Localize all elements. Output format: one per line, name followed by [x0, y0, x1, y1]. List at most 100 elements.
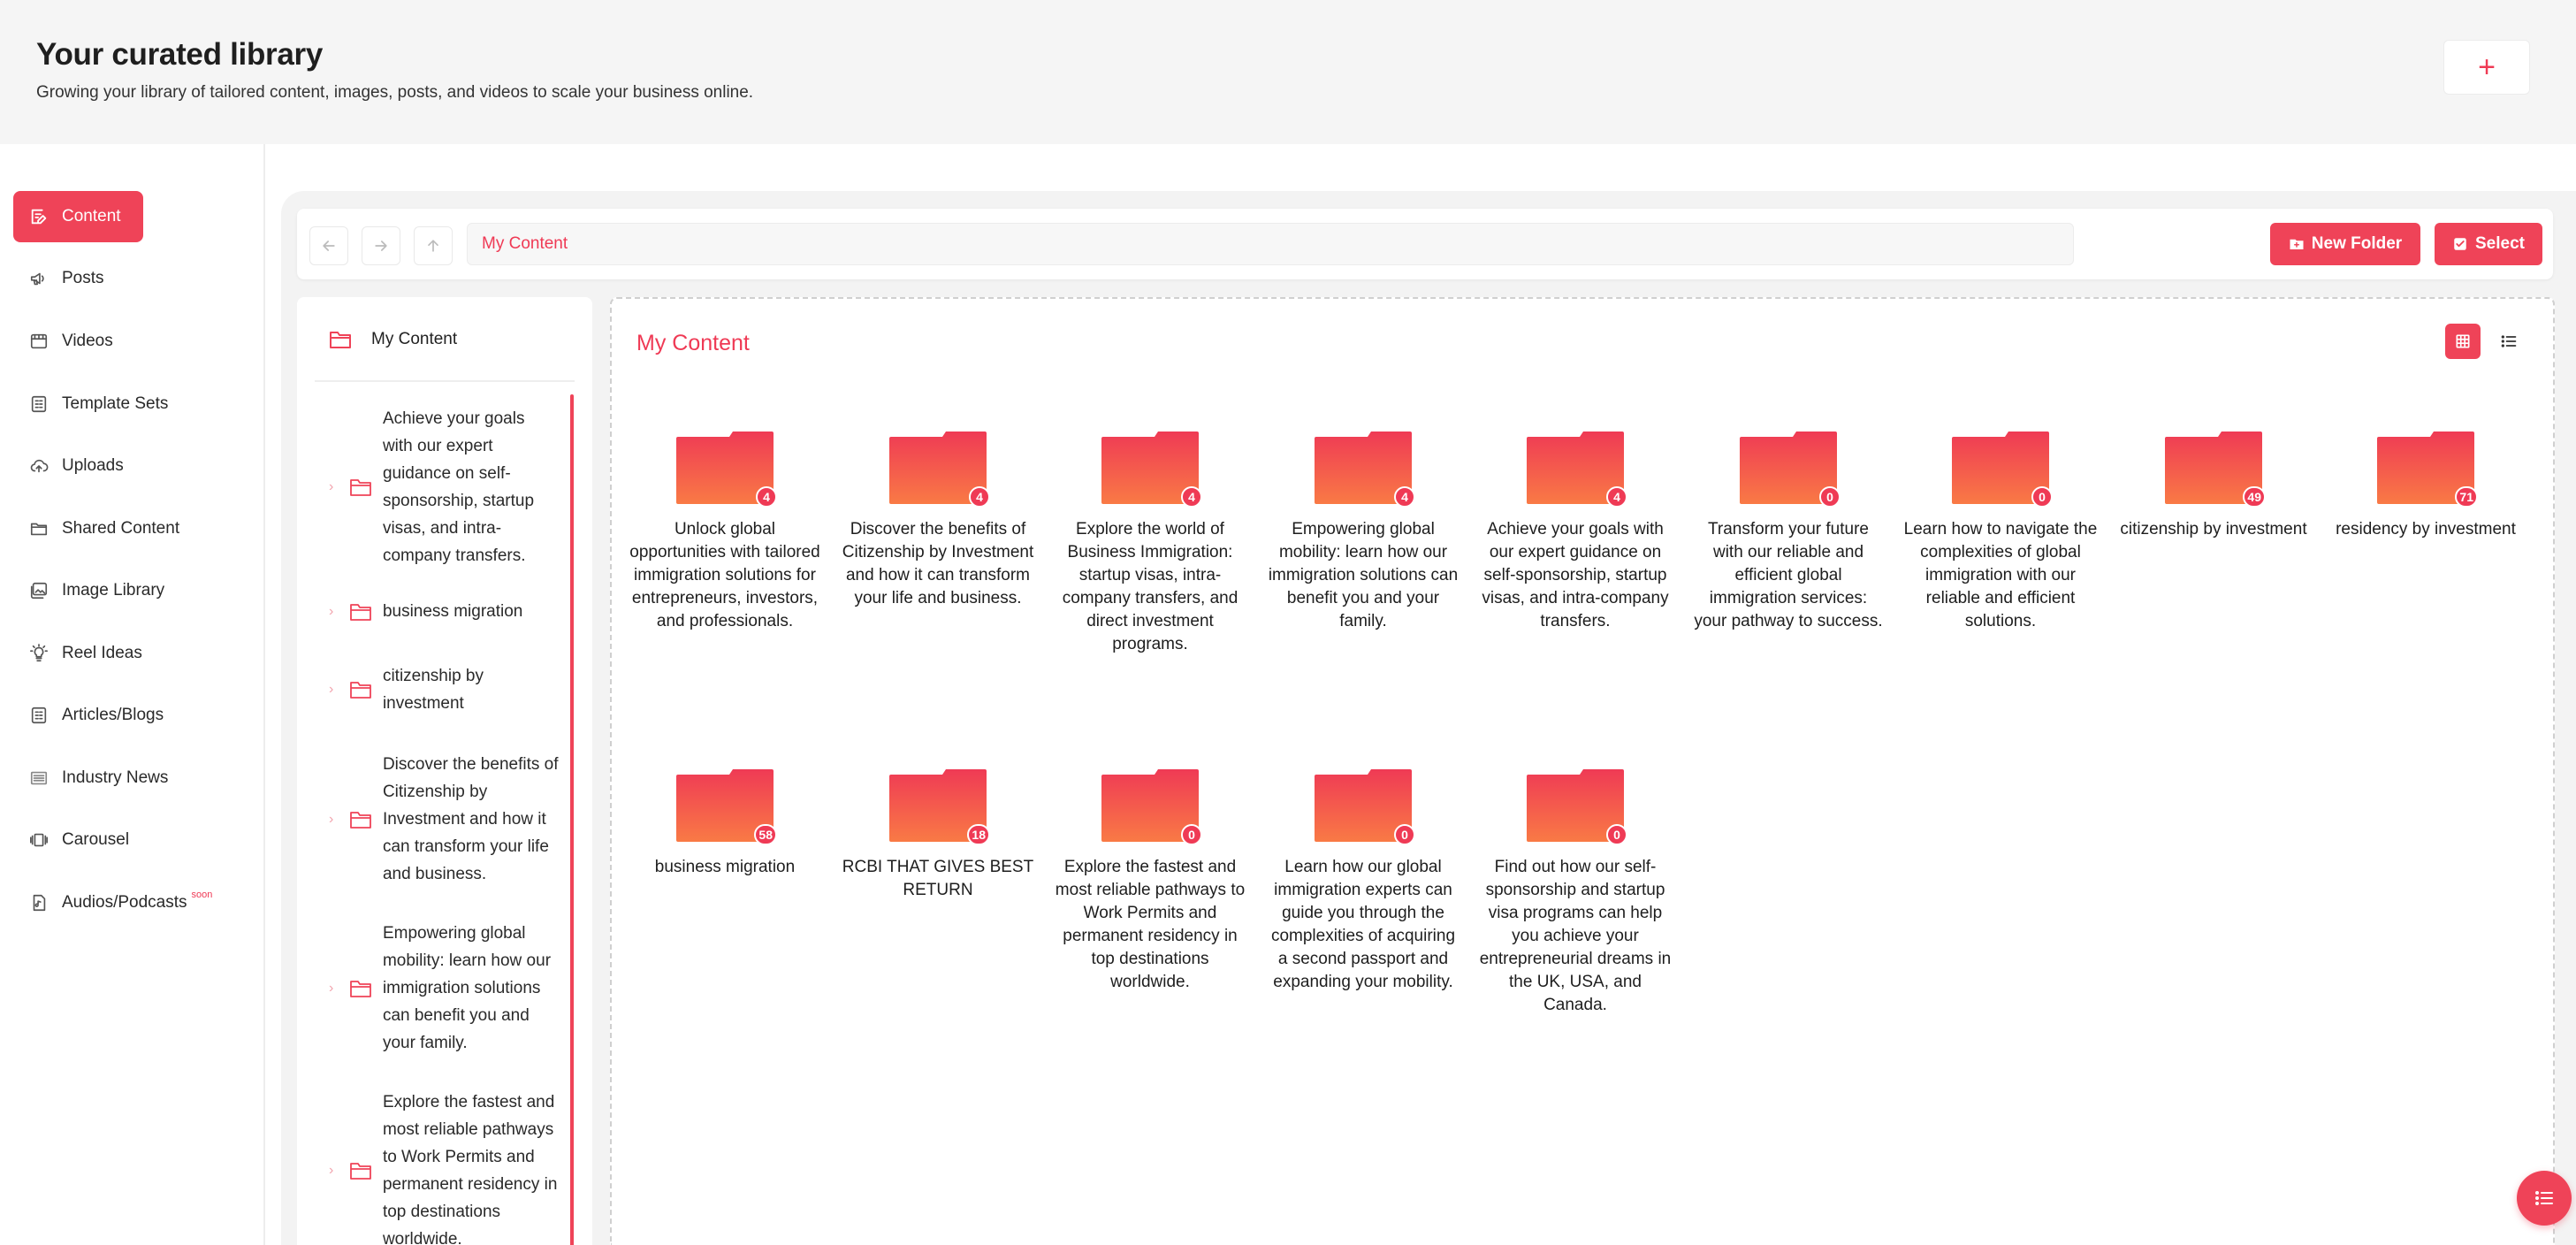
- sidebar-item-label: Posts: [62, 269, 104, 287]
- lightbulb-icon: [29, 644, 49, 663]
- video-icon: [29, 332, 49, 351]
- item-count-badge: 4: [969, 486, 990, 508]
- folder-icon: 49: [2165, 432, 2266, 508]
- sidebar-item-uploads[interactable]: Uploads: [13, 440, 143, 492]
- folder-tile[interactable]: 4 Discover the benefits of Citizenship by…: [841, 432, 1035, 610]
- tree-item[interactable]: › Empowering global mobility: learn how …: [329, 920, 559, 1057]
- item-count-badge: 0: [1606, 824, 1627, 845]
- folder-tile[interactable]: 4 Empowering global mobility: learn how o…: [1266, 432, 1460, 633]
- list-view-button[interactable]: [2491, 324, 2526, 359]
- tree-item[interactable]: › Explore the fastest and most reliable …: [329, 1088, 559, 1245]
- folder-icon: 4: [1527, 432, 1627, 508]
- folder-label: RCBI THAT GIVES BEST RETURN: [842, 858, 1034, 899]
- sidebar-item-image-library[interactable]: Image Library: [13, 565, 164, 616]
- add-button[interactable]: +: [2443, 40, 2530, 95]
- sidebar-item-audios-podcasts[interactable]: Audios/Podcasts soon: [13, 877, 212, 928]
- sidebar-item-industry-news[interactable]: Industry News: [13, 752, 168, 804]
- sidebar-item-carousel[interactable]: Carousel: [13, 814, 143, 866]
- content-icon: [29, 207, 49, 226]
- folder-tile[interactable]: 0 Learn how to navigate the complexities …: [1903, 432, 2098, 633]
- folder-tile[interactable]: 0 Explore the fastest and most reliable p…: [1053, 769, 1247, 994]
- folder-label: Unlock global opportunities with tailore…: [629, 520, 820, 630]
- tree-item-label: Achieve your goals with our expert guida…: [382, 409, 535, 565]
- sidebar-item-videos[interactable]: Videos: [13, 316, 143, 367]
- sidebar-item-articles-blogs[interactable]: Articles/Blogs: [13, 690, 164, 741]
- audio-icon: [29, 893, 49, 913]
- tree-item-label: Empowering global mobility: learn how ou…: [382, 924, 552, 1052]
- list-icon: [2501, 335, 2517, 348]
- folder-icon: 0: [1315, 769, 1415, 845]
- folder-label: residency by investment: [2336, 520, 2516, 538]
- chevron-right-icon: ›: [329, 811, 334, 827]
- folder-icon: [350, 603, 371, 621]
- folder-tile[interactable]: 0 Learn how our global immigration expert…: [1266, 769, 1460, 994]
- tree-scrollbar[interactable]: [570, 394, 574, 1245]
- sidebar: Content Posts Videos Template Sets Uploa…: [0, 144, 265, 1245]
- arrow-up-icon: [428, 240, 438, 252]
- sidebar-item-label: Audios/Podcasts: [62, 893, 187, 912]
- tree-item[interactable]: › citizenship by investment: [329, 662, 559, 717]
- tree-item[interactable]: › Discover the benefits of Citizenship b…: [329, 751, 559, 888]
- arrow-right-icon: [375, 241, 387, 251]
- folder-icon: 4: [1101, 432, 1202, 508]
- upload-icon: [29, 456, 49, 476]
- folder-label: Learn how our global immigration experts…: [1270, 858, 1456, 991]
- tree-item[interactable]: › business migration: [329, 598, 559, 625]
- folder-tile[interactable]: 4 Explore the world of Business Immigrati…: [1053, 432, 1247, 656]
- tree-item-label: Discover the benefits of Citizenship by …: [382, 755, 559, 883]
- sidebar-item-reel-ideas[interactable]: Reel Ideas: [13, 628, 143, 679]
- sidebar-item-label: Uploads: [62, 456, 124, 475]
- folder-tile[interactable]: 49 citizenship by investment: [2116, 432, 2311, 541]
- chevron-right-icon: ›: [329, 603, 334, 619]
- list-icon: [2535, 1191, 2553, 1205]
- sidebar-item-template-sets[interactable]: Template Sets: [13, 378, 168, 430]
- folder-tile[interactable]: 0 Transform your future with our reliable…: [1691, 432, 1886, 633]
- folder-icon: 4: [676, 432, 777, 508]
- folder-icon: [350, 682, 371, 699]
- sidebar-item-label: Shared Content: [62, 519, 180, 538]
- folder-tree: My Content › Achieve your goals with our…: [297, 297, 592, 1245]
- folder-label: Empowering global mobility: learn how ou…: [1268, 520, 1459, 630]
- up-button[interactable]: [414, 226, 453, 265]
- folder-tile[interactable]: 4 Unlock global opportunities with tailor…: [628, 432, 822, 633]
- folder-tile[interactable]: 58 business migration: [628, 769, 822, 879]
- sidebar-item-posts[interactable]: Posts: [13, 253, 143, 304]
- folder-tile[interactable]: 4 Achieve your goals with our expert guid…: [1478, 432, 1673, 633]
- folder-plus-icon: [2290, 239, 2304, 249]
- sidebar-item-label: Reel Ideas: [62, 644, 142, 662]
- sidebar-item-label: Videos: [62, 332, 113, 350]
- folder-tile[interactable]: 18 RCBI THAT GIVES BEST RETURN: [841, 769, 1035, 902]
- floating-list-button[interactable]: [2517, 1171, 2572, 1226]
- folder-label: Transform your future with our reliable …: [1694, 520, 1883, 630]
- item-count-badge: 58: [754, 824, 777, 845]
- select-button[interactable]: Select: [2435, 223, 2542, 265]
- item-count-badge: 4: [1606, 486, 1627, 508]
- back-button[interactable]: [309, 226, 348, 265]
- sidebar-item-shared-content[interactable]: Shared Content: [13, 503, 179, 554]
- folder-open-icon: [330, 332, 351, 348]
- folder-icon: 0: [1527, 769, 1627, 845]
- tree-item[interactable]: › Achieve your goals with our expert gui…: [329, 405, 559, 569]
- template-icon: [29, 394, 49, 414]
- sidebar-item-content[interactable]: Content: [13, 191, 143, 242]
- tree-root[interactable]: My Content: [329, 329, 457, 350]
- folder-icon: 58: [676, 769, 777, 845]
- folder-icon: 4: [1315, 432, 1415, 508]
- folder-label: Explore the world of Business Immigratio…: [1062, 520, 1238, 653]
- sidebar-item-label: Industry News: [62, 768, 169, 787]
- grid-view-button[interactable]: [2445, 324, 2481, 359]
- folder-icon: 71: [2377, 432, 2478, 508]
- new-folder-button[interactable]: New Folder: [2270, 223, 2420, 265]
- forward-button[interactable]: [362, 226, 400, 265]
- image-icon: [29, 581, 49, 600]
- path-input[interactable]: My Content: [467, 223, 2074, 265]
- folder-tile[interactable]: 71 residency by investment: [2328, 432, 2523, 541]
- new-folder-label: New Folder: [2311, 234, 2403, 253]
- item-count-badge: 0: [1181, 824, 1202, 845]
- chevron-right-icon: ›: [329, 479, 334, 494]
- content-panel: My Content 4 Unlock global opportunities …: [610, 297, 2555, 1245]
- folder-tile[interactable]: 0 Find out how our self-sponsorship and s…: [1478, 769, 1673, 1017]
- folder-label: Learn how to navigate the complexities o…: [1903, 520, 2098, 630]
- sidebar-item-label: Content: [62, 207, 121, 225]
- soon-badge: soon: [191, 890, 213, 900]
